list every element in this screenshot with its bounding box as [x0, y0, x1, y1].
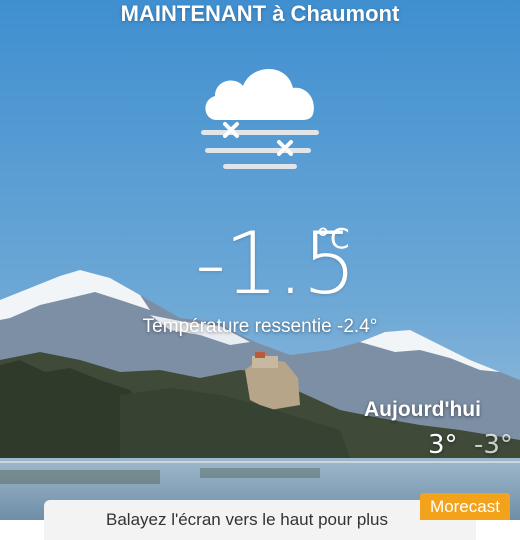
- feels-like-temperature: Température ressentie -2.4°: [142, 316, 378, 337]
- temperature-unit: °C: [316, 222, 350, 255]
- today-label: Aujourd'hui: [364, 398, 481, 421]
- panel-text: Balayez l'écran vers le haut pour plus: [106, 510, 389, 529]
- morecast-brand-button[interactable]: Morecast: [420, 493, 510, 520]
- today-high-temperature: 3°: [428, 430, 458, 460]
- swipe-up-panel[interactable]: Balayez l'écran vers le haut pour plus: [44, 500, 476, 540]
- cloud-fog-icon: [195, 58, 325, 173]
- today-low-temperature: -3°: [474, 430, 513, 460]
- page-title: MAINTENANT à Chaumont: [120, 1, 400, 26]
